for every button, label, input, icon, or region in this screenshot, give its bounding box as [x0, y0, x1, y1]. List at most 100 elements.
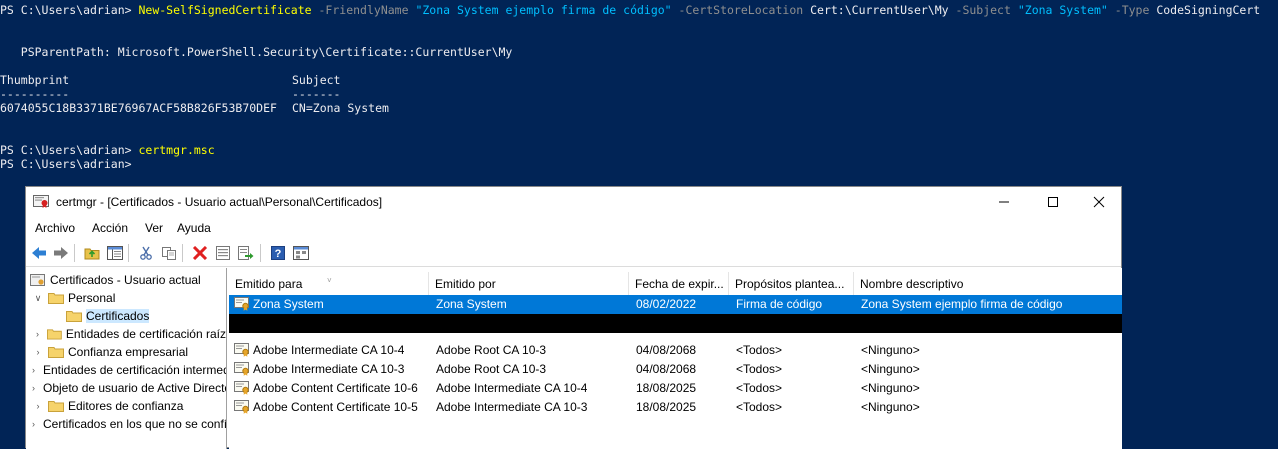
- cell-issued-by: Zona System: [436, 297, 507, 311]
- view-button[interactable]: [291, 244, 311, 262]
- tree-item-certificados[interactable]: Certificados: [26, 307, 226, 325]
- certificate-icon: [234, 400, 249, 414]
- param-type: -Type: [1107, 3, 1157, 17]
- list-header: ˅ Emitido para Emitido por Fecha de expi…: [229, 272, 1122, 296]
- title-bar[interactable]: certmgr - [Certificados - Usuario actual…: [26, 187, 1121, 217]
- table-row[interactable]: [229, 314, 1122, 333]
- cell-friendly: <Ninguno>: [861, 362, 920, 376]
- cell-issued-by: Adobe Root CA 10-3: [436, 362, 547, 376]
- tree-item-trusted-root[interactable]: › Entidades de certificación raíz: [26, 325, 226, 343]
- cell-issued-to: Zona System: [253, 297, 324, 311]
- menu-ver[interactable]: Ver: [145, 221, 163, 235]
- tree-root[interactable]: Certificados - Usuario actual: [26, 271, 226, 289]
- forward-button[interactable]: [51, 244, 71, 262]
- properties-button[interactable]: [213, 244, 233, 262]
- tree-item-label: Personal: [68, 291, 116, 305]
- command-line-1: PS C:\Users\adrian> New-SelfSignedCertif…: [0, 3, 1260, 17]
- param-friendlyname: -FriendlyName: [311, 3, 416, 17]
- tree-item-label: Entidades de certificación intermedias: [43, 363, 227, 377]
- cell-expires: 04/08/2068: [636, 343, 697, 357]
- minimize-icon: [999, 201, 1009, 203]
- up-folder-icon: [84, 248, 100, 260]
- value-friendlyname: "Zona System ejemplo firma de código": [415, 3, 672, 17]
- value-type: CodeSigningCert: [1156, 3, 1261, 17]
- column-label: Nombre descriptivo: [860, 277, 964, 291]
- tree-item-personal[interactable]: ∨ Personal: [26, 289, 226, 307]
- show-hide-tree-button[interactable]: [105, 244, 125, 262]
- delete-button[interactable]: [190, 244, 210, 262]
- certificate-icon: [234, 362, 249, 376]
- menu-bar: Archivo Acción Ver Ayuda: [26, 217, 1121, 239]
- tree-item-trusted-publishers[interactable]: › Editores de confianza: [26, 397, 226, 415]
- cut-button[interactable]: [136, 244, 156, 262]
- tree-item-label: Certificados: [86, 309, 150, 323]
- chevron-right-icon[interactable]: ›: [32, 347, 44, 357]
- cell-issued-to: Adobe Content Certificate 10-6: [253, 381, 418, 395]
- column-header-expiration[interactable]: Fecha de expir...: [629, 272, 729, 295]
- tree-item-intermediate[interactable]: › Entidades de certificación intermedias: [26, 361, 226, 379]
- column-header-issued-to[interactable]: ˅ Emitido para: [229, 272, 429, 295]
- table-row[interactable]: Adobe Intermediate CA 10-3 Adobe Root CA …: [229, 360, 1122, 379]
- menu-ayuda[interactable]: Ayuda: [177, 221, 211, 235]
- tree-item-active-directory[interactable]: › Objeto de usuario de Active Directory: [26, 379, 226, 397]
- certmgr-command: certmgr.msc: [138, 143, 215, 157]
- prompt-line: PS C:\Users\adrian>: [0, 157, 132, 171]
- chevron-right-icon[interactable]: ›: [32, 419, 35, 429]
- up-level-button[interactable]: [82, 244, 102, 262]
- export-list-button[interactable]: [236, 244, 256, 262]
- subject-value: CN=Zona System: [292, 101, 389, 115]
- export-list-icon: [238, 246, 254, 260]
- chevron-right-icon[interactable]: ›: [32, 329, 43, 339]
- tree-item-label: Confianza empresarial: [68, 345, 189, 359]
- maximize-button[interactable]: [1030, 187, 1076, 217]
- table-row[interactable]: Adobe Content Certificate 10-6 Adobe Inte…: [229, 379, 1122, 398]
- folder-icon: [48, 401, 64, 412]
- header-thumbprint: Thumbprint: [0, 73, 70, 87]
- cell-issued-by: Adobe Root CA 10-3: [436, 343, 547, 357]
- thumbprint-value: 6074055C18B3371BE76967ACF58B826F53B70DEF: [0, 101, 277, 115]
- cell-friendly: <Ninguno>: [861, 381, 920, 395]
- column-label: Fecha de expir...: [635, 277, 724, 291]
- chevron-right-icon[interactable]: ›: [32, 401, 44, 411]
- cell-friendly: Zona System ejemplo firma de código: [861, 297, 1063, 311]
- powershell-console[interactable]: PS C:\Users\adrian> New-SelfSignedCertif…: [0, 0, 1278, 190]
- tree-item-untrusted[interactable]: › Certificados en los que no se confía: [26, 415, 226, 433]
- certmgr-window: certmgr - [Certificados - Usuario actual…: [25, 186, 1122, 449]
- certmgr-app-icon: [33, 195, 49, 208]
- toolbar-separator: [128, 244, 129, 262]
- sort-indicator-icon: ˅: [327, 276, 332, 285]
- folder-icon: [48, 293, 64, 304]
- certificate-list: ˅ Emitido para Emitido por Fecha de expi…: [229, 268, 1122, 449]
- menu-archivo[interactable]: Archivo: [35, 221, 75, 235]
- copy-button[interactable]: [159, 244, 179, 262]
- header-subject: Subject: [292, 73, 341, 87]
- chevron-right-icon[interactable]: ›: [32, 383, 35, 393]
- column-label: Emitido por: [435, 277, 496, 291]
- properties-icon: [216, 246, 230, 260]
- cell-purposes: <Todos>: [736, 343, 783, 357]
- column-header-issued-by[interactable]: Emitido por: [429, 272, 629, 295]
- cell-expires: 18/08/2025: [636, 381, 697, 395]
- back-button[interactable]: [29, 244, 49, 262]
- table-row[interactable]: Adobe Content Certificate 10-5 Adobe Inte…: [229, 398, 1122, 417]
- chevron-down-icon[interactable]: ∨: [32, 293, 44, 304]
- tree-item-enterprise-trust[interactable]: › Confianza empresarial: [26, 343, 226, 361]
- cell-issued-by: Adobe Intermediate CA 10-3: [436, 400, 588, 414]
- column-header-friendly-name[interactable]: Nombre descriptivo: [854, 272, 1122, 295]
- toolbar: ?: [26, 240, 1121, 267]
- close-button[interactable]: [1076, 187, 1122, 217]
- tree-item-label: Editores de confianza: [68, 399, 184, 413]
- toolbar-separator: [260, 244, 261, 262]
- certificate-icon: [234, 297, 249, 311]
- table-row[interactable]: Adobe Intermediate CA 10-4 Adobe Root CA …: [229, 341, 1122, 360]
- minimize-button[interactable]: [981, 187, 1027, 217]
- column-header-purposes[interactable]: Propósitos plantea...: [729, 272, 854, 295]
- chevron-right-icon[interactable]: ›: [32, 365, 35, 375]
- help-button[interactable]: ?: [268, 244, 288, 262]
- table-row[interactable]: Zona System Zona System 08/02/2022 Firma de…: [229, 295, 1122, 314]
- maximize-icon: [1048, 197, 1058, 207]
- cell-purposes: <Todos>: [736, 400, 783, 414]
- dash-subject: -------: [292, 87, 341, 101]
- menu-accion[interactable]: Acción: [92, 221, 128, 235]
- cell-purposes: Firma de código: [736, 297, 823, 311]
